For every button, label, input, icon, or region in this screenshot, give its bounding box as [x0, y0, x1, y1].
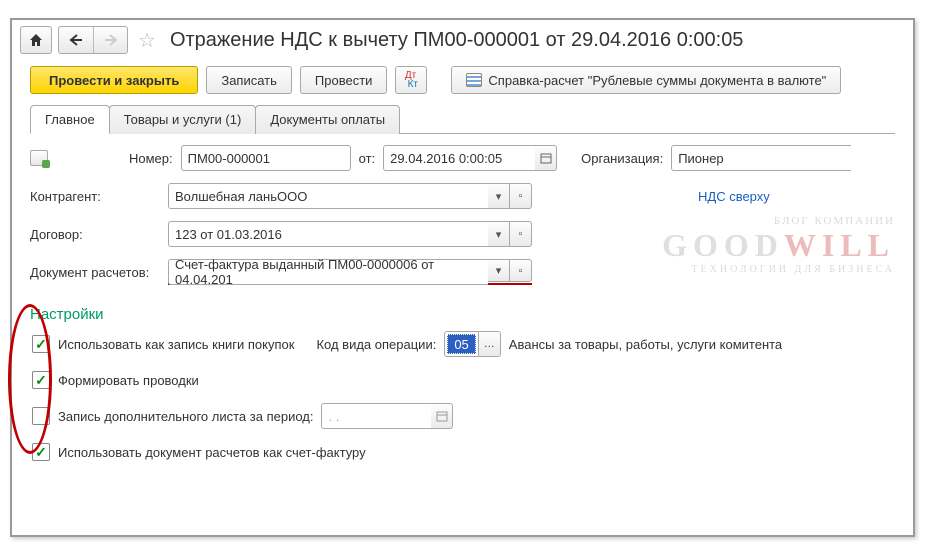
calendar-button[interactable]: [535, 145, 557, 171]
contract-label: Договор:: [30, 227, 160, 242]
nav-forward-button[interactable]: [93, 27, 127, 53]
opcode-value[interactable]: 05: [447, 334, 475, 354]
report-icon: [466, 73, 482, 87]
page-title: Отражение НДС к вычету ПМ00-000001 от 29…: [170, 29, 744, 52]
report-button[interactable]: Справка-расчет "Рублевые суммы документа…: [451, 66, 841, 94]
opcode-select-button[interactable]: …: [478, 332, 500, 356]
tab-main[interactable]: Главное: [30, 105, 110, 134]
calendar-icon: [436, 410, 448, 422]
counterparty-input[interactable]: Волшебная ланьООО: [168, 183, 488, 209]
docsettle-field[interactable]: Счет-фактура выданный ПМ00-0000006 от 04…: [168, 259, 532, 285]
tab-payments[interactable]: Документы оплаты: [255, 105, 400, 134]
org-label: Организация:: [581, 151, 663, 166]
calendar-icon: [540, 152, 552, 164]
period-input[interactable]: . .: [321, 403, 431, 429]
open-button[interactable]: ▫: [510, 259, 532, 282]
arrow-right-icon: [104, 34, 118, 46]
contract-input[interactable]: 123 от 01.03.2016: [168, 221, 488, 247]
home-button[interactable]: [20, 26, 52, 54]
nav-back-button[interactable]: [59, 27, 93, 53]
settings-title: Настройки: [30, 306, 895, 323]
opt3-label: Запись дополнительного листа за период:: [58, 409, 313, 424]
opt4-label: Использовать документ расчетов как счет-…: [58, 445, 366, 460]
date-field[interactable]: 29.04.2016 0:00:05: [383, 145, 557, 171]
titlebar: ☆ Отражение НДС к вычету ПМ00-000001 от …: [12, 20, 913, 60]
save-button[interactable]: Записать: [206, 66, 292, 94]
counterparty-label: Контрагент:: [30, 189, 160, 204]
opcode-label: Код вида операции:: [316, 337, 436, 352]
report-label: Справка-расчет "Рублевые суммы документа…: [488, 73, 826, 88]
form-main: Номер: ПМ00-000001 от: 29.04.2016 0:00:0…: [12, 134, 913, 300]
arrow-left-icon: [69, 34, 83, 46]
dropdown-button[interactable]: ▾: [488, 183, 510, 209]
org-field[interactable]: Пионер: [671, 145, 851, 171]
checkbox-postings[interactable]: [32, 371, 50, 389]
org-input[interactable]: Пионер: [671, 145, 851, 171]
dtkt-button[interactable]: Дт Кт: [395, 66, 427, 94]
open-button[interactable]: ▫: [510, 221, 532, 247]
document-window: ☆ Отражение НДС к вычету ПМ00-000001 от …: [10, 18, 915, 537]
favorite-star-icon[interactable]: ☆: [134, 28, 160, 53]
checkbox-purchase-book[interactable]: [32, 335, 50, 353]
dropdown-button[interactable]: ▾: [488, 259, 510, 282]
from-label: от:: [359, 151, 376, 166]
document-status-icon[interactable]: [30, 150, 48, 166]
number-field[interactable]: ПМ00-000001: [181, 145, 351, 171]
dtkt-icon: Дт Кт: [405, 71, 418, 89]
calendar-button[interactable]: [431, 403, 453, 429]
nav-group: [58, 26, 128, 54]
vat-link[interactable]: НДС сверху: [698, 189, 770, 204]
home-icon: [28, 32, 44, 48]
checkbox-additional-sheet[interactable]: [32, 407, 50, 425]
period-field[interactable]: . .: [321, 403, 453, 429]
number-label: Номер:: [129, 151, 173, 166]
date-input[interactable]: 29.04.2016 0:00:05: [383, 145, 535, 171]
opt1-label: Использовать как запись книги покупок: [58, 337, 294, 352]
counterparty-field[interactable]: Волшебная ланьООО ▾ ▫: [168, 183, 532, 209]
docsettle-label: Документ расчетов:: [30, 265, 160, 280]
tabs: Главное Товары и услуги (1) Документы оп…: [12, 104, 913, 133]
post-button[interactable]: Провести: [300, 66, 388, 94]
toolbar: Провести и закрыть Записать Провести Дт …: [12, 60, 913, 104]
opcode-desc: Авансы за товары, работы, услуги комитен…: [509, 337, 782, 352]
dropdown-button[interactable]: ▾: [488, 221, 510, 247]
opcode-field[interactable]: 05 …: [444, 331, 500, 357]
open-button[interactable]: ▫: [510, 183, 532, 209]
tab-items[interactable]: Товары и услуги (1): [109, 105, 257, 134]
checkbox-use-as-invoice[interactable]: [32, 443, 50, 461]
contract-field[interactable]: 123 от 01.03.2016 ▾ ▫: [168, 221, 532, 247]
docsettle-input[interactable]: Счет-фактура выданный ПМ00-0000006 от 04…: [168, 259, 488, 285]
post-and-close-button[interactable]: Провести и закрыть: [30, 66, 198, 94]
opt2-label: Формировать проводки: [58, 373, 199, 388]
settings-section: Настройки Использовать как запись книги …: [12, 306, 913, 465]
